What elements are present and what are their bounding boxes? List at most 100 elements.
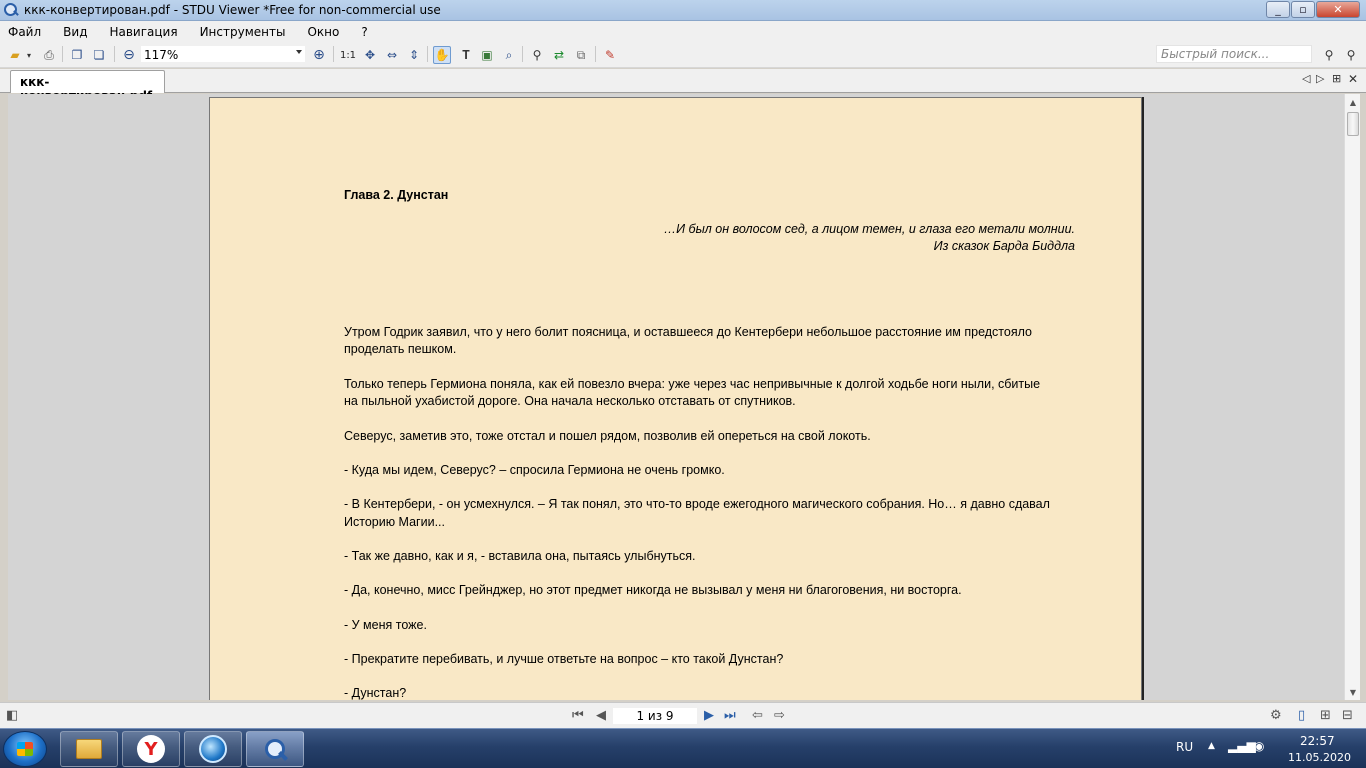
bookmark-icon[interactable]: ✎ — [601, 46, 619, 64]
image-select-icon[interactable]: ▣ — [478, 46, 496, 64]
two-pages-icon[interactable]: ⊞ — [1320, 708, 1331, 723]
single-page-icon[interactable]: ▯ — [1298, 708, 1305, 723]
toolbar-separator — [522, 46, 523, 62]
paragraph-line: проделать пешком. — [344, 342, 457, 356]
paragraph-line: - Прекратите перебивать, и лучше ответьт… — [344, 652, 784, 666]
tab-document[interactable]: ккк-конвертирован.pdf — [10, 70, 165, 103]
fit-height-icon[interactable]: ⇕ — [405, 46, 423, 64]
paragraph-line: - У меня тоже. — [344, 618, 427, 632]
menu-tools[interactable]: Инструменты — [200, 25, 286, 39]
taskbar-stdu-viewer[interactable] — [246, 731, 304, 767]
minimize-button[interactable]: _ — [1266, 1, 1290, 18]
yandex-browser-icon: Y — [137, 735, 165, 763]
maximize-button[interactable]: ▫ — [1291, 1, 1315, 18]
epigraph-line: …И был он волосом сед, а лицом темен, и … — [663, 222, 1075, 236]
menu-view[interactable]: Вид — [63, 25, 87, 39]
taskbar-yandex-browser[interactable]: Y — [122, 731, 180, 767]
quick-search-input[interactable]: Быстрый поиск... — [1156, 45, 1312, 63]
fit-width-icon[interactable]: ⇔ — [383, 46, 401, 64]
tab-next-icon[interactable]: ▷ — [1316, 72, 1324, 85]
actual-size-button[interactable]: 1:1 — [339, 46, 357, 64]
find-replace-icon[interactable]: ⇄ — [550, 46, 568, 64]
fit-page-icon[interactable]: ✥ — [361, 46, 379, 64]
stdu-viewer-icon — [3, 2, 19, 18]
copy-icon[interactable]: ⧉ — [572, 46, 590, 64]
paragraph-line: Только теперь Гермиона поняла, как ей по… — [344, 377, 1041, 391]
open-folder-icon[interactable]: ▰ — [6, 46, 24, 64]
zoom-in-icon[interactable]: ⊕ — [310, 46, 328, 64]
zoom-area-icon[interactable]: ⌕ — [500, 46, 518, 64]
paragraph-line: Северус, заметив это, тоже отстал и поше… — [344, 429, 871, 443]
paragraph-line: на пыльной ухабистой дороге. Она начала … — [344, 394, 796, 408]
search-next-icon[interactable]: ⚲ — [1342, 46, 1360, 64]
tab-prev-icon[interactable]: ◁ — [1302, 72, 1310, 85]
scroll-thumb[interactable] — [1347, 112, 1359, 136]
close-button[interactable]: ✕ — [1316, 1, 1360, 18]
clock-time[interactable]: 22:57 — [1300, 734, 1335, 748]
taskbar-explorer[interactable] — [60, 731, 118, 767]
status-bar: ◧ ⏮ ◀ 1 из 9 ▶ ⏭ ⇦ ⇨ ⚙ ▯ ⊞ ⊟ — [0, 702, 1366, 728]
tray-expand-icon[interactable]: ▲ — [1208, 741, 1215, 751]
back-icon[interactable]: ⇦ — [752, 708, 763, 723]
toolbar-separator — [427, 46, 428, 62]
scroll-down-icon[interactable]: ▼ — [1345, 684, 1361, 700]
paragraph-line: - В Кентербери, - он усмехнулся. – Я так… — [344, 497, 1050, 511]
scroll-up-icon[interactable]: ▲ — [1345, 94, 1361, 110]
language-indicator[interactable]: RU — [1176, 740, 1193, 754]
stdu-viewer-icon — [263, 737, 287, 761]
zoom-out-icon[interactable]: ⊖ — [120, 46, 138, 64]
next-page-icon[interactable]: ▶ — [704, 708, 714, 723]
copy-page-icon[interactable]: ❐ — [68, 46, 86, 64]
clock-date[interactable]: 11.05.2020 — [1288, 751, 1351, 764]
paragraph-line: Утром Годрик заявил, что у него болит по… — [344, 325, 1032, 339]
chapter-title: Глава 2. Дунстан — [344, 188, 449, 202]
first-page-icon[interactable]: ⏮ — [572, 708, 584, 723]
page-number-input[interactable]: 1 из 9 — [612, 707, 698, 725]
menu-file[interactable]: Файл — [8, 25, 41, 39]
network-icon[interactable]: ▂▄▆ — [1228, 739, 1256, 753]
print-icon[interactable]: ⎙ — [40, 46, 58, 64]
tab-close-icon[interactable]: ✕ — [1348, 72, 1358, 86]
menu-bar: Файл Вид Навигация Инструменты Окно ? — [0, 21, 1366, 42]
document-tab-bar: ккк-конвертирован.pdf ◁ ▷ ⊞ ✕ — [0, 69, 1366, 103]
paragraph-line: - Дунстан? — [344, 686, 407, 700]
menu-help[interactable]: ? — [361, 25, 367, 39]
export-icon[interactable]: ❏ — [90, 46, 108, 64]
menu-window[interactable]: Окно — [307, 25, 339, 39]
zoom-dropdown-icon[interactable] — [296, 50, 302, 54]
paragraph-line: - Да, конечно, мисс Грейнджер, но этот п… — [344, 583, 962, 597]
view-options-icon[interactable]: ⚙ — [1270, 708, 1282, 723]
start-button[interactable] — [3, 731, 47, 767]
open-dropdown-icon[interactable]: ▾ — [24, 46, 34, 64]
folder-icon — [76, 739, 102, 759]
title-bar: ккк-конвертирован.pdf - STDU Viewer *Fre… — [0, 0, 1366, 21]
paragraph-line: Историю Магии... — [344, 515, 446, 529]
sidebar-toggle-icon[interactable]: ◧ — [6, 708, 18, 723]
pdf-page: Глава 2. Дунстан …И был он волосом сед, … — [209, 97, 1142, 700]
toolbar-separator — [333, 46, 334, 62]
taskbar-app[interactable] — [184, 731, 242, 767]
text-select-icon[interactable]: 𝐓 — [457, 46, 475, 64]
window-title: ккк-конвертирован.pdf - STDU Viewer *Fre… — [24, 3, 441, 17]
paragraph-line: - Куда мы идем, Северус? – спросила Герм… — [344, 463, 725, 477]
menu-navigation[interactable]: Навигация — [109, 25, 177, 39]
toolbar-separator — [114, 46, 115, 62]
app-circle-icon — [199, 735, 227, 763]
prev-page-icon[interactable]: ◀ — [596, 708, 606, 723]
paragraph-line: - Так же давно, как и я, - вставила она,… — [344, 549, 696, 563]
last-page-icon[interactable]: ⏭ — [724, 708, 736, 723]
continuous-icon[interactable]: ⊟ — [1342, 708, 1353, 723]
toolbar-separator — [62, 46, 63, 62]
find-icon[interactable]: ⚲ — [528, 46, 546, 64]
epigraph-source: Из сказок Барда Биддла — [933, 239, 1075, 253]
vertical-scrollbar[interactable]: ▲ ▼ — [1344, 94, 1360, 700]
document-viewer[interactable]: Глава 2. Дунстан …И был он волосом сед, … — [8, 94, 1344, 700]
tab-list-icon[interactable]: ⊞ — [1332, 72, 1341, 85]
forward-icon[interactable]: ⇨ — [774, 708, 785, 723]
volume-icon[interactable]: ◉ — [1254, 739, 1264, 753]
taskbar: Y RU ▲ ▂▄▆ ◉ 22:57 11.05.2020 — [0, 728, 1366, 768]
toolbar-separator — [595, 46, 596, 62]
zoom-select[interactable]: 117% — [140, 45, 306, 63]
search-options-icon[interactable]: ⚲ — [1320, 46, 1338, 64]
hand-tool-icon[interactable]: ✋ — [433, 46, 451, 64]
